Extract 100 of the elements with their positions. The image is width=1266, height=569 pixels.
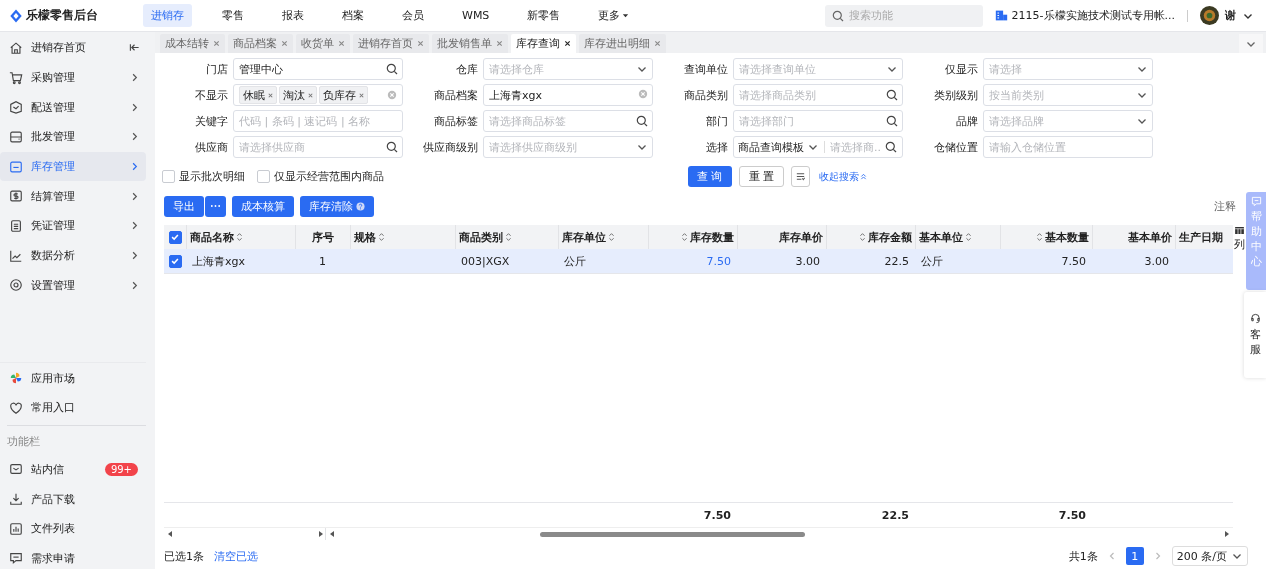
template-search-input[interactable]: 请选择商... (830, 140, 882, 154)
avatar[interactable] (1200, 6, 1219, 25)
sidebar-item[interactable]: 结算管理 (0, 181, 146, 212)
input-field[interactable]: 请选择供应商 (233, 136, 403, 158)
nav-tab[interactable]: 会员 (394, 4, 432, 27)
clear-icon[interactable] (387, 90, 397, 100)
nav-tab[interactable]: 新零售 (519, 4, 569, 27)
clear-icon[interactable] (638, 89, 648, 99)
table-cell: 7.50 (1061, 254, 1086, 268)
more-button[interactable] (205, 195, 226, 217)
clear-selection-link[interactable]: 清空已选 (214, 548, 258, 564)
sort-icon[interactable] (505, 232, 512, 242)
select-field[interactable]: 请选择供应商级别 (483, 136, 653, 158)
table-cell: 22.5 (884, 254, 909, 268)
input-field[interactable]: 上海青xgx (483, 84, 653, 106)
sidebar-item[interactable]: 数据分析 (0, 240, 146, 271)
export-button[interactable]: 导出 (164, 195, 204, 217)
help-icon (356, 201, 365, 211)
checkbox[interactable] (168, 254, 182, 268)
cost-button[interactable]: 成本核算 (232, 195, 294, 217)
table-cell: 上海青xgx (192, 253, 245, 269)
checkbox-label: 显示批次明细 (179, 169, 245, 184)
nav-tab[interactable]: 档案 (334, 4, 372, 27)
checkbox[interactable] (168, 230, 182, 244)
nav-tab[interactable]: WMS (454, 5, 498, 26)
sidebar-item[interactable]: 库存管理 (0, 151, 146, 182)
sidebar-item[interactable]: 应用市场 (0, 363, 146, 393)
sidebar-item[interactable]: 进销存首页 (0, 33, 146, 63)
sort-icon[interactable] (236, 232, 243, 242)
total-cell: 22.5 (881, 508, 909, 522)
page-tab[interactable]: 批发销售单 (432, 34, 508, 53)
mail-icon (9, 462, 23, 477)
sidebar-item[interactable]: 文件列表 (0, 513, 146, 544)
query-button[interactable]: 查 询 (688, 166, 732, 187)
sidebar-item[interactable]: 产品下载 (0, 484, 146, 514)
nav-tab[interactable]: 零售 (214, 4, 252, 27)
tag-select-field[interactable]: 休眠 淘汰 负库存 (233, 84, 403, 106)
sidebar-item[interactable]: 设置管理 (0, 270, 146, 301)
input-field[interactable]: 请选择商品标签 (483, 110, 653, 132)
sort-icon[interactable] (608, 232, 615, 242)
next-page-icon[interactable] (1153, 552, 1162, 560)
filter-settings-button[interactable] (791, 166, 810, 187)
reset-button[interactable]: 重 置 (738, 166, 784, 187)
select-field[interactable]: 请选择 (983, 58, 1153, 80)
template-field[interactable]: 商品查询模板 请选择商... (733, 136, 903, 158)
user-name[interactable]: 谢 (1225, 8, 1236, 23)
template-select[interactable]: 商品查询模板 (738, 139, 819, 155)
page-button[interactable]: 1 (1125, 547, 1144, 565)
page-tab[interactable]: 进销存首页 (353, 34, 429, 53)
sort-icon[interactable] (1036, 232, 1043, 242)
sidebar-item[interactable]: 需求申请 (0, 543, 146, 569)
sort-icon[interactable] (965, 232, 972, 242)
column-settings-label[interactable]: 列 (1233, 237, 1245, 252)
tag: 淘汰 (279, 86, 317, 104)
sidebar-item[interactable]: 采购管理 (0, 62, 146, 93)
input-field[interactable]: 管理中心 (233, 58, 403, 80)
input-field[interactable]: 请输入仓储位置 (983, 136, 1153, 158)
columns-icon[interactable] (1234, 227, 1244, 234)
sidebar-item[interactable]: 站内信 99+ (0, 454, 146, 485)
page-tab[interactable]: 成本结转 (160, 34, 225, 53)
horizontal-scrollbar[interactable] (164, 527, 1233, 540)
previous-page-icon[interactable] (1107, 552, 1116, 560)
sort-icon[interactable] (378, 232, 385, 242)
barchart-icon (9, 521, 23, 536)
select-field[interactable]: 请选择查询单位 (733, 58, 903, 80)
select-field[interactable]: 请选择仓库 (483, 58, 653, 80)
select-field[interactable]: 按当前类别 (983, 84, 1153, 106)
customer-service-button[interactable]: 客服 (1244, 292, 1266, 378)
close-icon[interactable] (564, 40, 571, 47)
nav-tab[interactable]: 进销存 (143, 4, 192, 27)
checkbox[interactable] (257, 170, 270, 183)
tag: 休眠 (239, 86, 277, 104)
page-size-select[interactable]: 200 条/页 (1171, 546, 1248, 566)
nav-tab[interactable]: 更多 (590, 4, 638, 27)
sidebar-item[interactable]: 常用入口 (0, 392, 146, 423)
collapse-search-link[interactable]: 收起搜索 (819, 169, 867, 184)
sidebar-item[interactable]: 批发管理 (0, 122, 146, 152)
select-field[interactable]: 请选择品牌 (983, 110, 1153, 132)
clear-stock-button[interactable]: 库存清除 (300, 195, 374, 217)
input-field[interactable]: 请选择部门 (733, 110, 903, 132)
sidebar-item[interactable]: 配送管理 (0, 92, 146, 123)
sidebar-item[interactable]: 凭证管理 (0, 211, 146, 241)
field-label: 商品档案 (433, 87, 478, 103)
total-cell: 7.50 (1058, 508, 1086, 522)
search-field[interactable]: 搜索功能 (824, 4, 983, 27)
page-tab[interactable]: 库存查询 (511, 34, 576, 53)
checkbox[interactable] (162, 170, 175, 183)
sort-icon[interactable] (859, 232, 866, 242)
page-tab[interactable]: 库存进出明细 (579, 34, 666, 53)
collapse-icon[interactable] (129, 42, 140, 54)
input-field[interactable]: 代码 | 条码 | 速记码 | 名称 (233, 110, 403, 132)
tabs-menu-button[interactable] (1239, 34, 1263, 53)
page-tab[interactable]: 收货单 (296, 34, 350, 53)
count-badge: 99+ (104, 462, 138, 476)
input-field[interactable]: 请选择商品类别 (733, 84, 903, 106)
page-tab[interactable]: 商品档案 (228, 34, 293, 53)
nav-tab[interactable]: 报表 (274, 4, 312, 27)
sort-icon[interactable] (681, 232, 688, 242)
table-row[interactable]: 上海青xgx 1 003|XGX 公斤 7.50 3.00 22.5 公斤 7.50 3.00 (164, 249, 1233, 274)
account-name[interactable]: 2115-乐檬实施技术测试专用帐... (1011, 8, 1175, 23)
